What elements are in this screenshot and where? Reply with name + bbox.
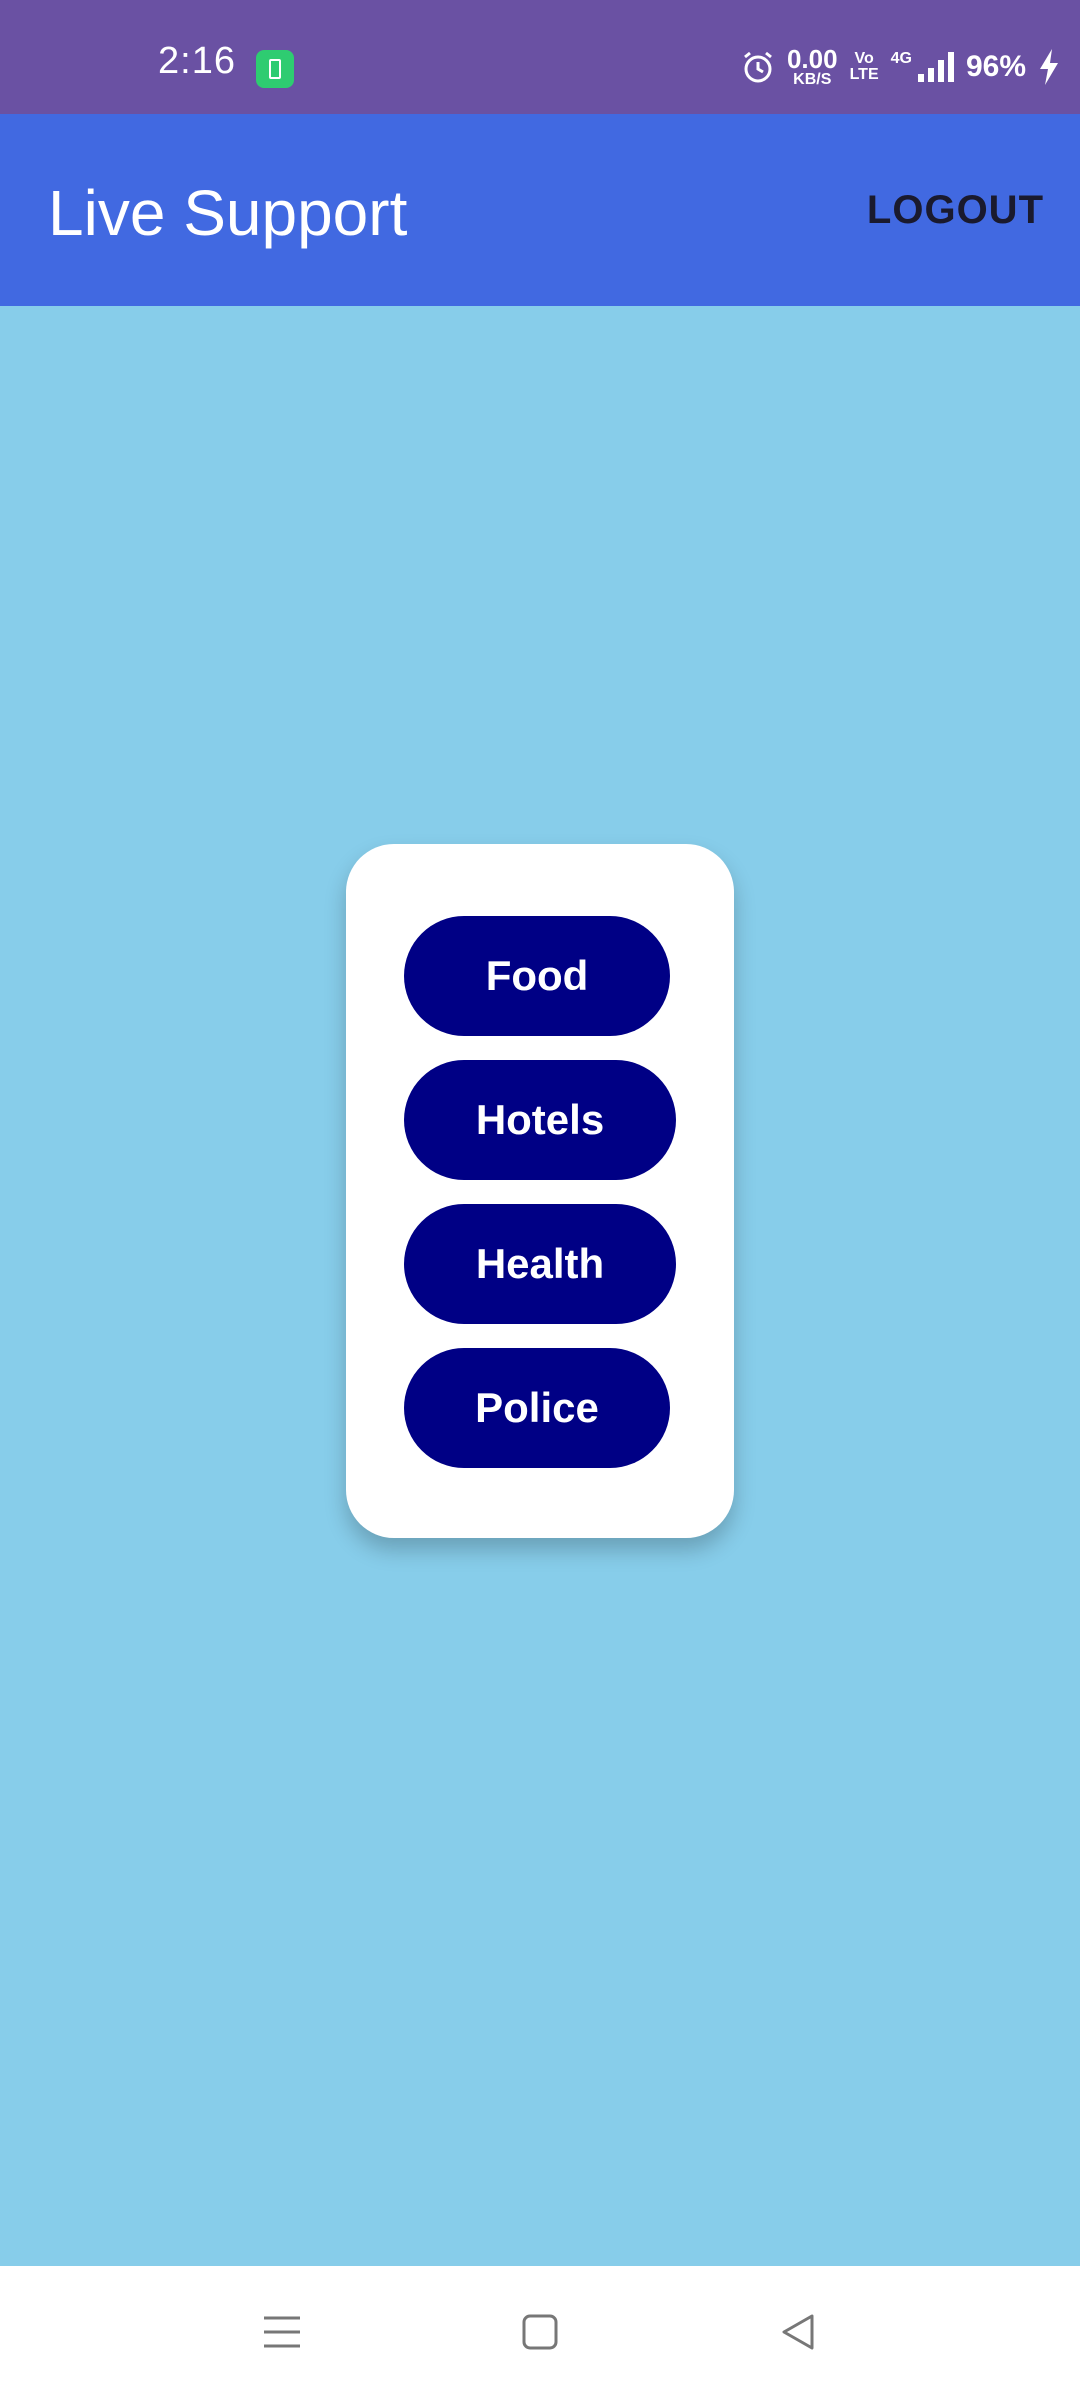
app-bar: Live Support LOGOUT <box>0 114 1080 306</box>
page-title: Live Support <box>48 177 408 249</box>
speed-unit: KB/S <box>793 71 832 88</box>
logout-button[interactable]: LOGOUT <box>867 188 1044 233</box>
food-button[interactable]: Food <box>404 916 670 1036</box>
status-time: 2:16 <box>158 40 236 82</box>
charging-icon <box>1040 49 1058 85</box>
signal-icon <box>917 52 954 82</box>
health-button[interactable]: Health <box>404 1204 676 1324</box>
volte-top: Vo <box>854 50 874 67</box>
speed-value: 0.00 <box>786 44 838 74</box>
police-button[interactable]: Police <box>404 1348 670 1468</box>
network-type: 4G <box>890 50 912 67</box>
app-notification-icon <box>256 50 294 88</box>
back-icon[interactable] <box>778 2312 818 2352</box>
status-bar: 2:16 0.00 KB/S Vo LTE 4G 96% <box>0 0 1080 114</box>
hotels-button[interactable]: Hotels <box>404 1060 676 1180</box>
menu-icon[interactable] <box>262 2312 302 2352</box>
volte-indicator: Vo LTE <box>850 51 879 83</box>
home-icon[interactable] <box>520 2312 560 2352</box>
navigation-bar <box>0 2266 1080 2400</box>
battery-percent: 96% <box>965 50 1026 83</box>
volte-bottom: LTE <box>849 66 879 83</box>
network-speed: 0.00 KB/S <box>787 46 838 88</box>
status-indicators: 0.00 KB/S Vo LTE 4G 96% <box>741 44 1060 90</box>
support-menu-card: Food Hotels Health Police <box>346 844 734 1538</box>
alarm-icon <box>744 51 772 83</box>
